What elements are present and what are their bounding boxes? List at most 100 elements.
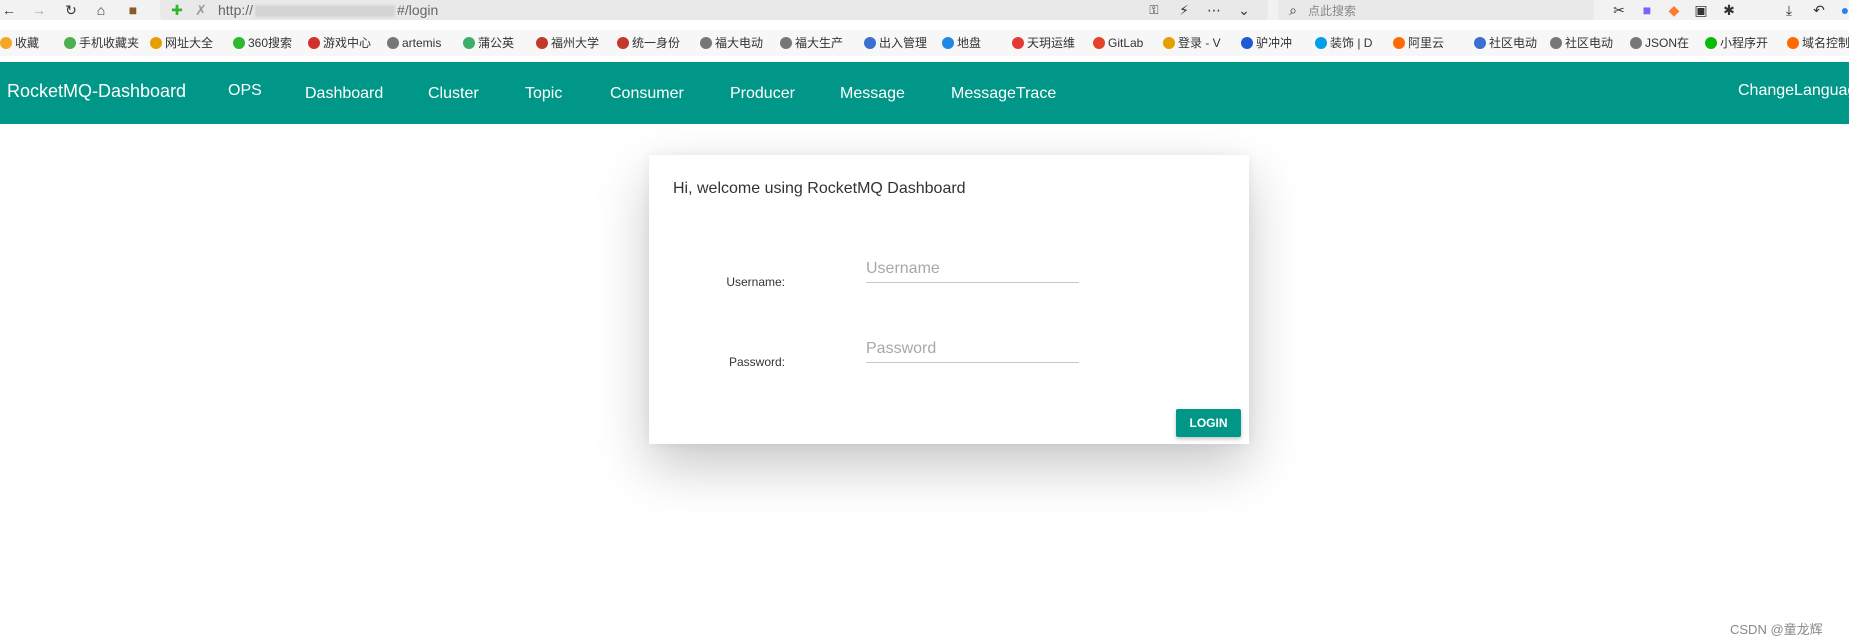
more-icon[interactable]: ⋯ bbox=[1205, 1, 1223, 19]
nav-ops[interactable]: OPS bbox=[228, 82, 262, 100]
bookmark-label: 阿里云 bbox=[1408, 36, 1445, 50]
bookmark-label: 蒲公英 bbox=[478, 36, 515, 50]
forward-icon[interactable]: → bbox=[30, 1, 48, 19]
bookmark-label: 装饰 | D bbox=[1330, 36, 1373, 50]
bookmark-label: 收藏 bbox=[15, 36, 40, 50]
bookmark-item[interactable]: 出入管理 bbox=[864, 34, 927, 52]
nav-producer[interactable]: Producer bbox=[730, 85, 795, 103]
star-icon bbox=[0, 37, 12, 49]
bookmark-item[interactable]: 蒲公英 bbox=[463, 34, 514, 52]
bookmarks-bar: 收藏 手机收藏夹 网址大全 360搜索 游戏中心 artemis 蒲公英 福州大学 统一身份 福大… bbox=[0, 30, 1849, 56]
bookmark-item[interactable]: 社区电动 bbox=[1550, 34, 1613, 52]
bookmark-label: artemis bbox=[402, 36, 442, 50]
nav-cluster[interactable]: Cluster bbox=[428, 85, 479, 103]
nav-messagetrace[interactable]: MessageTrace bbox=[951, 85, 1056, 103]
home-icon[interactable]: ⌂ bbox=[92, 1, 110, 19]
shield-icon bbox=[1474, 37, 1486, 49]
url-suffix: #/login bbox=[397, 2, 439, 18]
window-icon[interactable]: ▣ bbox=[1692, 1, 1710, 19]
bookmark-item[interactable]: 福大生产 bbox=[780, 34, 843, 52]
bookmark-item[interactable]: 驴冲冲 bbox=[1241, 34, 1292, 52]
bookmark-item[interactable]: 网址大全 bbox=[150, 34, 213, 52]
lightning-icon[interactable]: ⚡ bbox=[1175, 1, 1193, 19]
watermark: CSDN @童龙辉 bbox=[1730, 622, 1823, 637]
bookmark-label: 福大生产 bbox=[795, 36, 844, 50]
nav-message[interactable]: Message bbox=[840, 85, 905, 103]
shield-icon bbox=[864, 37, 876, 49]
key-icon[interactable]: ⚿ bbox=[1145, 1, 1163, 19]
briefcase-icon[interactable]: ■ bbox=[124, 1, 142, 19]
bookmark-label: 小程序开 bbox=[1720, 36, 1769, 50]
bookmark-label: GitLab bbox=[1108, 36, 1144, 50]
bookmark-item[interactable]: 福州大学 bbox=[536, 34, 599, 52]
bookmark-label: 社区电动 bbox=[1489, 36, 1538, 50]
identity-icon bbox=[617, 37, 629, 49]
extensions-icon[interactable]: ✱ bbox=[1720, 1, 1738, 19]
bookmark-label: 地盘 bbox=[957, 36, 982, 50]
globe-icon bbox=[387, 37, 399, 49]
bookmark-item[interactable]: 360搜索 bbox=[233, 34, 292, 52]
gitlab-icon bbox=[1093, 37, 1105, 49]
back-icon[interactable]: ← bbox=[0, 1, 18, 19]
bookmark-item[interactable]: 福大电动 bbox=[700, 34, 763, 52]
doc-icon bbox=[1241, 37, 1253, 49]
nav-dashboard[interactable]: Dashboard bbox=[305, 85, 383, 103]
scissors-icon[interactable]: ✂ bbox=[1610, 1, 1628, 19]
bookmark-label: 360搜索 bbox=[248, 36, 293, 50]
bookmark-item[interactable]: 小程序开 bbox=[1705, 34, 1768, 52]
bookmark-label: 福大电动 bbox=[715, 36, 764, 50]
insecure-lock-icon[interactable]: ✗ bbox=[192, 1, 210, 19]
bookmark-item[interactable]: artemis bbox=[387, 34, 441, 52]
bookmark-item[interactable]: 社区电动 bbox=[1474, 34, 1537, 52]
chevron-down-icon[interactable]: ⌄ bbox=[1235, 1, 1253, 19]
globe-icon bbox=[700, 37, 712, 49]
bookmark-item[interactable]: 手机收藏夹 bbox=[64, 34, 139, 52]
nav-topic[interactable]: Topic bbox=[525, 85, 562, 103]
bookmark-item[interactable]: 域名控制 bbox=[1787, 34, 1849, 52]
username-input[interactable] bbox=[866, 255, 1079, 283]
bookmark-label: 网址大全 bbox=[165, 36, 214, 50]
bookmark-label: 出入管理 bbox=[879, 36, 928, 50]
login-card: Hi, welcome using RocketMQ Dashboard Use… bbox=[649, 155, 1249, 444]
phone-icon bbox=[64, 37, 76, 49]
bookmark-label: 驴冲冲 bbox=[1256, 36, 1293, 50]
translate-icon[interactable]: ■ bbox=[1638, 1, 1656, 19]
nav-consumer[interactable]: Consumer bbox=[610, 85, 684, 103]
browser-toolbar: ← → ↻ ⌂ ■ ✚ ✗ http:// #/login ⚿ ⚡ ⋯ ⌄ ⌕ 点… bbox=[0, 0, 1849, 20]
welcome-message: Hi, welcome using RocketMQ Dashboard bbox=[673, 180, 966, 197]
bookmark-item[interactable]: 登录 - V bbox=[1163, 34, 1221, 52]
search-bar[interactable]: ⌕ 点此搜索 bbox=[1278, 0, 1594, 20]
secure-shield-icon: ✚ bbox=[171, 2, 183, 18]
bookmark-label: 手机收藏夹 bbox=[79, 36, 140, 50]
url-prefix: http:// bbox=[218, 2, 254, 18]
bookmark-label: JSON在 bbox=[1645, 36, 1690, 50]
download-icon[interactable]: ⤓ bbox=[1780, 1, 1798, 19]
bookmark-label: 统一身份 bbox=[632, 36, 681, 50]
change-language-button[interactable]: ChangeLanguage bbox=[1738, 82, 1849, 100]
bookmark-item[interactable]: GitLab bbox=[1093, 34, 1143, 52]
game-icon bbox=[308, 37, 320, 49]
bookmark-item[interactable]: 地盘 bbox=[942, 34, 981, 52]
login-button[interactable]: LOGIN bbox=[1176, 409, 1241, 437]
bookmark-label: 游戏中心 bbox=[323, 36, 372, 50]
undo-icon[interactable]: ↶ bbox=[1810, 1, 1828, 19]
aliyun-icon bbox=[1787, 37, 1799, 49]
search360-icon bbox=[233, 37, 245, 49]
bookmark-item[interactable]: JSON在 bbox=[1630, 34, 1689, 52]
globe-icon bbox=[780, 37, 792, 49]
bookmark-item[interactable]: 游戏中心 bbox=[308, 34, 371, 52]
bookmark-item[interactable]: 天玥运维 bbox=[1012, 34, 1075, 52]
bookmark-item[interactable]: 装饰 | D bbox=[1315, 34, 1372, 52]
reload-icon[interactable]: ↻ bbox=[62, 1, 80, 19]
bookmark-item[interactable]: 阿里云 bbox=[1393, 34, 1444, 52]
aliyun-icon bbox=[1393, 37, 1405, 49]
site-icon bbox=[150, 37, 162, 49]
brand-title[interactable]: RocketMQ-Dashboard bbox=[7, 81, 186, 102]
profile-icon[interactable]: ● bbox=[1836, 1, 1849, 19]
password-input[interactable] bbox=[866, 335, 1079, 363]
bookmark-item[interactable]: 收藏 bbox=[0, 34, 39, 52]
search-placeholder: 点此搜索 bbox=[1308, 4, 1357, 18]
game-controller-icon[interactable]: ◆ bbox=[1665, 1, 1683, 19]
bookmark-item[interactable]: 统一身份 bbox=[617, 34, 680, 52]
address-bar[interactable]: ✚ ✗ http:// #/login ⚿ ⚡ ⋯ ⌄ bbox=[160, 0, 1268, 20]
